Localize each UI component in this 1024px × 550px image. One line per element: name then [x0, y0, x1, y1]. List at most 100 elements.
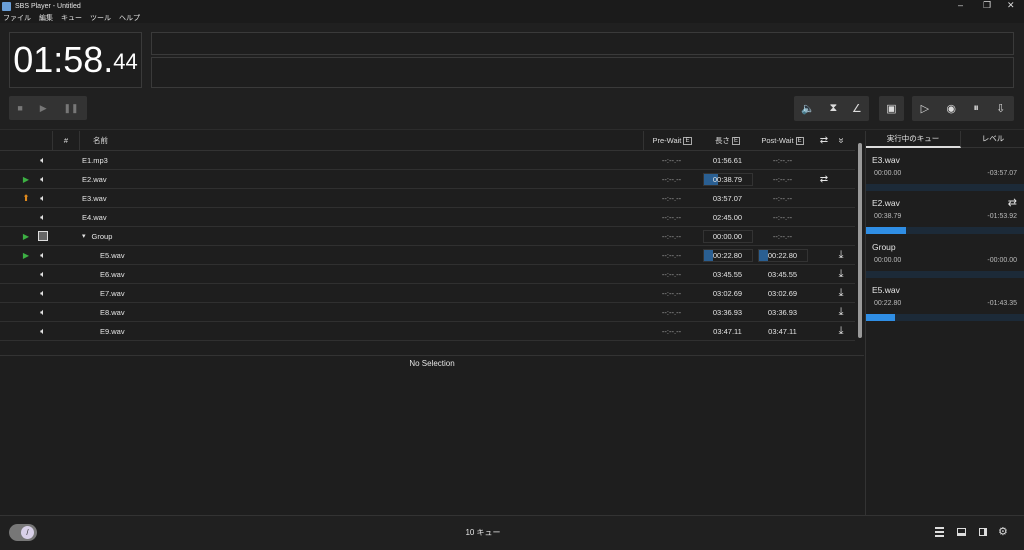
- fading-icon: ⬆: [22, 192, 30, 203]
- speaker-icon: 🔈︎: [40, 325, 46, 336]
- cue-row[interactable]: ⬆ 🔈︎ E3.wav --:--.-- 03:57.07 --:--.--: [0, 189, 855, 208]
- length-value: 00:00.00: [700, 227, 755, 245]
- cue-row[interactable]: 🔈︎ E1.mp3 --:--.-- 01:56.61 --:--.--: [0, 151, 855, 170]
- cue-row[interactable]: 🔈︎ E6.wav --:--.-- 03:45.55 03:45.55 ⤓: [0, 265, 855, 284]
- settings-icon[interactable]: ⚙: [998, 525, 1008, 538]
- progress-bar: [866, 227, 1024, 234]
- inspector-panel: No Selection: [0, 355, 864, 368]
- cue-notes-display: [151, 57, 1014, 88]
- stop-all-icon[interactable]: ◉: [946, 102, 956, 115]
- remaining-time: -01:43.35: [987, 300, 1017, 307]
- curve-icon[interactable]: ∠: [852, 102, 862, 115]
- prewait-value: --:--.--: [661, 288, 682, 298]
- cue-name: E9.wav: [100, 326, 125, 336]
- auto-continue-icon: [833, 170, 849, 188]
- cue-row[interactable]: 🔈︎ E7.wav --:--.-- 03:02.69 03:02.69 ⤓: [0, 284, 855, 303]
- postwait-value: 03:47.11: [768, 326, 797, 336]
- cue-row[interactable]: 🔈︎ E8.wav --:--.-- 03:36.93 03:36.93 ⤓: [0, 303, 855, 322]
- speaker-icon: 🔈︎: [40, 306, 46, 317]
- hourglass-icon[interactable]: ⧗: [830, 102, 838, 115]
- group-icon: ▣: [886, 103, 897, 115]
- prewait-value: --:--.--: [661, 250, 682, 260]
- active-cue-name: E3.wav: [872, 155, 900, 165]
- playback-toolbar: ▷ ◉ ⏸ ⇩: [912, 96, 1014, 121]
- clock-fraction: 44: [113, 49, 138, 74]
- cue-count: 10 キュー: [465, 528, 501, 537]
- speaker-icon: 🔈︎: [40, 154, 46, 165]
- auto-continue-icon: [833, 208, 849, 226]
- tab-active-cues[interactable]: 実行中のキュー: [866, 131, 961, 148]
- expand-icon[interactable]: ▾: [82, 232, 86, 240]
- active-cue-card[interactable]: E5.wav 00:22.80 -01:43.35: [866, 280, 1024, 321]
- cue-row[interactable]: ▶ ▾ Group --:--.-- 00:00.00 --:--.--: [0, 227, 855, 246]
- active-cue-card[interactable]: E2.wav ⇄ 00:38.79 -01:53.92: [866, 193, 1024, 234]
- auto-continue-icon: ⤓: [838, 267, 844, 280]
- menu-edit[interactable]: 編集: [39, 13, 53, 23]
- stop-button[interactable]: ■: [17, 103, 22, 113]
- list-view-icon[interactable]: [935, 527, 944, 537]
- auto-continue-icon: ⤓: [838, 305, 844, 318]
- loop-icon: [815, 189, 833, 207]
- cue-name: E3.wav: [82, 193, 107, 203]
- elapsed-time: 00:00.00: [874, 257, 902, 264]
- elapsed-time: 00:38.79: [874, 213, 902, 220]
- right-panel: 実行中のキュー レベル E3.wav 00:00.00 -03:57.07 E2…: [865, 131, 1024, 515]
- cue-table-header: # 名前 Pre-Wait E 長さ E Post-Wait E ⇄ »: [0, 131, 855, 151]
- active-cue-card[interactable]: Group 00:00.00 -00:00.00: [866, 237, 1024, 278]
- expand-columns-icon[interactable]: »: [832, 133, 851, 149]
- active-cue-name: E2.wav: [872, 198, 900, 208]
- loop-icon: [815, 265, 833, 283]
- cue-row[interactable]: ▶ 🔈︎ E5.wav --:--.-- 00:22.80 00:22.80 ⤓: [0, 246, 855, 265]
- pause-button[interactable]: ❚❚: [63, 103, 78, 114]
- cue-row[interactable]: 🔈︎ E9.wav --:--.-- 03:47.11 03:47.11 ⤓: [0, 322, 855, 341]
- tab-levels[interactable]: レベル: [961, 131, 1024, 148]
- loop-icon: [815, 227, 833, 245]
- menu-file[interactable]: ファイル: [3, 13, 31, 23]
- menu-cue[interactable]: キュー: [61, 13, 82, 23]
- length-value: 03:45.55: [712, 269, 743, 279]
- active-cue-name: E5.wav: [872, 285, 900, 295]
- cue-row[interactable]: ▶ 🔈︎ E2.wav --:--.-- 00:38.79 --:--.-- ⇄: [0, 170, 855, 189]
- menu-help[interactable]: ヘルプ: [119, 13, 140, 23]
- prewait-value: --:--.--: [661, 193, 682, 203]
- group-icon: [38, 231, 48, 241]
- prewait-value: --:--.--: [661, 174, 682, 184]
- scrollbar-thumb[interactable]: [858, 143, 862, 338]
- pause-all-icon[interactable]: ⏸: [973, 102, 979, 115]
- prewait-value: --:--.--: [661, 231, 682, 241]
- window-title: SBS Player - Untitled: [15, 2, 81, 10]
- go-icon[interactable]: ▷: [921, 102, 929, 115]
- length-value: 03:47.11: [713, 326, 742, 336]
- bottom-panel-icon[interactable]: [957, 528, 966, 536]
- maximize-button[interactable]: ❐: [983, 0, 991, 11]
- fade-out-icon[interactable]: ⇩: [996, 102, 1005, 115]
- loop-icon[interactable]: ⇄: [815, 131, 833, 150]
- volume-icon[interactable]: 🔈: [801, 102, 815, 115]
- prewait-value: --:--.--: [661, 212, 682, 222]
- header-number[interactable]: #: [52, 131, 80, 150]
- transport-controls: ■ ▶ ❚❚: [9, 96, 87, 120]
- header-length[interactable]: 長さ E: [700, 131, 755, 150]
- playing-icon: ▶: [22, 250, 30, 260]
- side-panel-icon[interactable]: [979, 528, 987, 536]
- play-button[interactable]: ▶: [40, 103, 47, 114]
- active-cue-card[interactable]: E3.wav 00:00.00 -03:57.07: [866, 150, 1024, 191]
- postwait-value: 00:22.80: [755, 246, 810, 264]
- close-button[interactable]: ✕: [1007, 0, 1015, 11]
- minimize-button[interactable]: –: [958, 0, 963, 10]
- cue-row[interactable]: 🔈︎ E4.wav --:--.-- 02:45.00 --:--.--: [0, 208, 855, 227]
- title-bar: SBS Player - Untitled – ❐ ✕: [0, 0, 1024, 12]
- group-button[interactable]: ▣: [879, 96, 904, 121]
- auto-continue-icon: ⤓: [838, 248, 844, 261]
- speaker-icon: 🔈︎: [40, 287, 46, 298]
- table-scrollbar[interactable]: [856, 131, 864, 355]
- loop-icon: [815, 322, 833, 340]
- loop-icon: ⇄: [819, 173, 829, 185]
- header-name[interactable]: 名前: [93, 131, 108, 150]
- auto-continue-icon: [833, 189, 849, 207]
- header-postwait[interactable]: Post-Wait E: [755, 131, 810, 150]
- menu-tools[interactable]: ツール: [90, 13, 111, 23]
- header-prewait[interactable]: Pre-Wait E: [643, 131, 700, 150]
- remaining-time: -01:53.92: [987, 213, 1017, 220]
- postwait-value: --:--.--: [772, 174, 793, 184]
